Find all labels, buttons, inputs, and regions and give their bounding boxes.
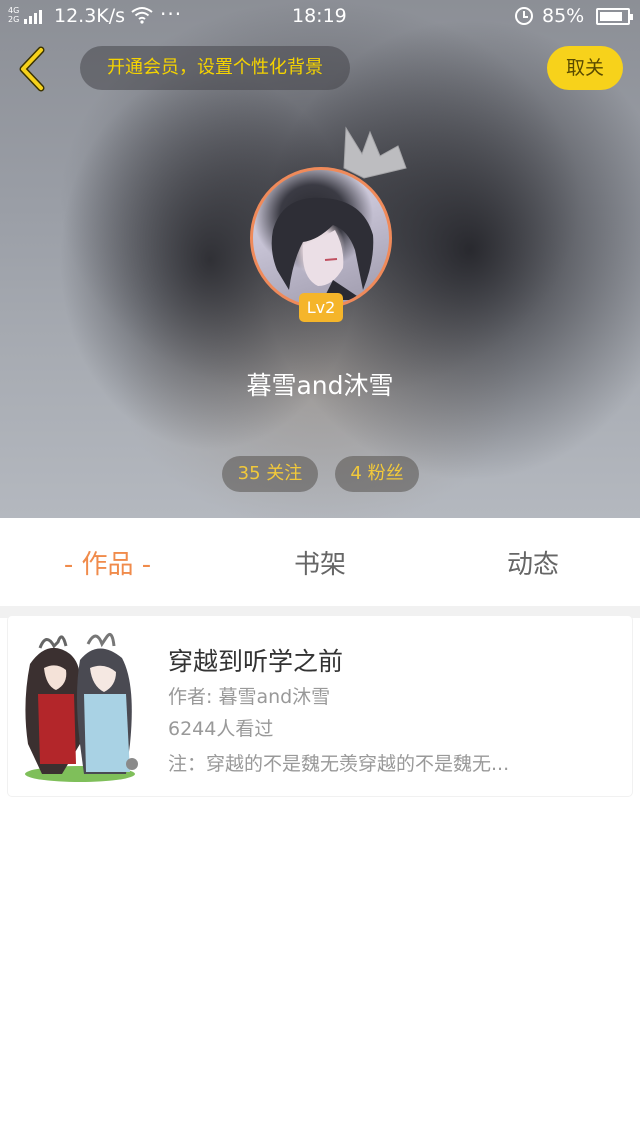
tab-works[interactable]: - 作品 -	[40, 518, 175, 606]
vip-background-prompt[interactable]: 开通会员，设置个性化背景	[80, 46, 350, 90]
avatar-image	[271, 197, 374, 300]
book-title[interactable]: 穿越到听学之前	[168, 642, 343, 678]
avatar[interactable]	[250, 167, 392, 309]
book-cover	[18, 624, 142, 790]
book-cover-illustration	[25, 632, 138, 782]
tab-activity[interactable]: 动态	[473, 518, 593, 606]
signal-icon	[24, 8, 42, 24]
unfollow-button[interactable]: 取关	[547, 46, 623, 90]
battery-icon	[596, 8, 633, 25]
book-description: 注：穿越的不是魏无羡穿越的不是魏无...	[168, 753, 510, 775]
book-author: 作者: 暮雪and沐雪	[168, 686, 331, 708]
wifi-icon	[131, 7, 153, 24]
network-type: 4G 2G	[8, 6, 20, 24]
profile-tabs: - 作品 - 书架 动态	[0, 518, 640, 606]
tab-bookshelf[interactable]: 书架	[260, 518, 380, 606]
work-card[interactable]: 穿越到听学之前 作者: 暮雪and沐雪 6244人看过 注：穿越的不是魏无羡穿越…	[8, 616, 632, 796]
battery-fill	[600, 12, 622, 21]
back-arrow-icon[interactable]	[16, 46, 50, 92]
following-count[interactable]: 35 关注	[222, 456, 318, 492]
status-bar: 4G 2G 12.3K/s ··· 18:19 85%	[0, 0, 640, 32]
fans-count[interactable]: 4 粉丝	[335, 456, 419, 492]
alarm-icon	[515, 7, 533, 25]
book-views: 6244人看过	[168, 718, 274, 740]
more-notifications-icon: ···	[160, 2, 183, 26]
profile-header: 4G 2G 12.3K/s ··· 18:19 85% 开通会员，设置个性化背景…	[0, 0, 640, 518]
level-badge: Lv2	[299, 293, 343, 322]
battery-percent: 85%	[542, 5, 585, 27]
username: 暮雪and沐雪	[246, 371, 394, 400]
clock: 18:19	[292, 5, 347, 27]
network-speed: 12.3K/s	[54, 5, 126, 27]
